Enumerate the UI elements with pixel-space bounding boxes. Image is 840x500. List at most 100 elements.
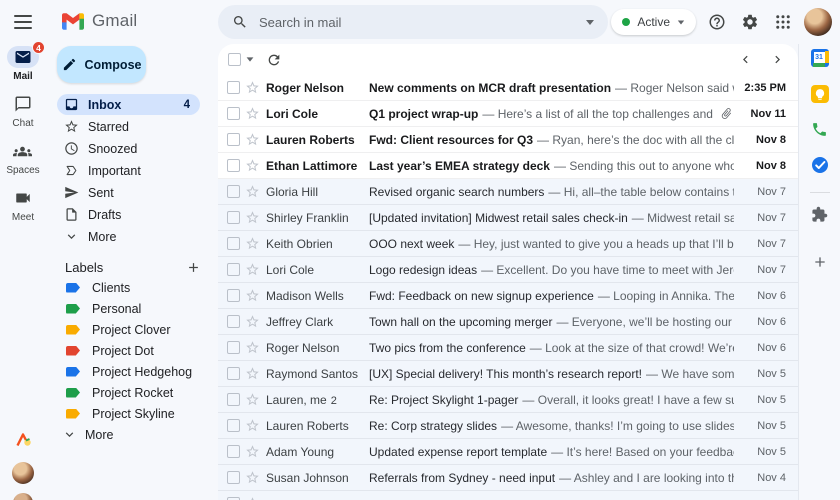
search-input[interactable] xyxy=(259,14,575,30)
settings-button[interactable] xyxy=(738,10,762,34)
add-label-icon[interactable] xyxy=(186,260,201,275)
sidebar-item-more[interactable]: More xyxy=(57,226,200,247)
mail-row[interactable]: Lori Cole Q1 project wrap-up — Here’s a l… xyxy=(218,101,798,127)
voice-button[interactable] xyxy=(811,121,828,138)
labels-more[interactable]: More xyxy=(46,424,218,445)
mail-row[interactable]: Lori Cole Logo redesign ideas — Excellent… xyxy=(218,257,798,283)
row-checkbox[interactable] xyxy=(227,263,240,276)
star-icon[interactable] xyxy=(245,210,260,225)
sidebar-label[interactable]: Project Skyline xyxy=(46,403,218,424)
mail-row[interactable]: Lauren Roberts Re: Corp strategy slides —… xyxy=(218,413,798,439)
compose-button[interactable]: Compose xyxy=(57,46,146,83)
status-chip[interactable]: Active xyxy=(611,9,696,35)
row-checkbox[interactable] xyxy=(227,237,240,250)
row-checkbox[interactable] xyxy=(227,289,240,302)
mail-row[interactable]: Susan Johnson Referrals from Sydney - ne… xyxy=(218,465,798,491)
search-bar[interactable] xyxy=(218,5,608,39)
mail-row[interactable]: Lauren Roberts Fwd: Client resources for… xyxy=(218,127,798,153)
help-button[interactable] xyxy=(705,10,729,34)
mail-row[interactable]: Ethan Lattimore Last year’s EMEA strateg… xyxy=(218,153,798,179)
row-checkbox[interactable] xyxy=(227,185,240,198)
contact-avatar[interactable] xyxy=(12,462,34,484)
profile-avatar[interactable] xyxy=(804,8,832,36)
star-icon[interactable] xyxy=(245,184,260,199)
select-all-checkbox[interactable] xyxy=(228,53,241,66)
star-icon[interactable] xyxy=(245,106,260,121)
star-icon[interactable] xyxy=(245,314,260,329)
sidebar-label[interactable]: Project Clover xyxy=(46,319,218,340)
sidebar-label[interactable]: Personal xyxy=(46,298,218,319)
row-checkbox[interactable] xyxy=(227,341,240,354)
star-icon[interactable] xyxy=(245,418,260,433)
star-icon[interactable] xyxy=(245,470,260,485)
older-page-button[interactable] xyxy=(770,52,785,67)
rail-item-spaces[interactable]: Spaces xyxy=(6,140,40,176)
app-rail: 4 Mail Chat Spaces Meet xyxy=(0,0,46,500)
row-checkbox[interactable] xyxy=(227,211,240,224)
keep-button[interactable] xyxy=(810,85,829,103)
calendar-button[interactable]: 31 xyxy=(810,49,829,67)
row-checkbox[interactable] xyxy=(227,315,240,328)
row-snippet: — Ryan, here’s the doc with all the clie… xyxy=(537,132,734,147)
star-icon[interactable] xyxy=(245,236,260,251)
sidebar-item-inbox[interactable]: Inbox 4 xyxy=(57,94,200,115)
star-icon[interactable] xyxy=(245,444,260,459)
rail-item-meet[interactable]: Meet xyxy=(7,187,39,223)
row-checkbox[interactable] xyxy=(227,81,240,94)
star-icon xyxy=(64,119,79,134)
labels-header: Labels xyxy=(46,257,218,277)
row-checkbox[interactable] xyxy=(227,419,240,432)
row-checkbox[interactable] xyxy=(227,471,240,484)
main-menu-icon[interactable] xyxy=(11,13,35,31)
add-panel-app-button[interactable] xyxy=(812,254,828,270)
mail-row[interactable]: Roger Nelson New comments on MCR draft p… xyxy=(218,75,798,101)
mail-row[interactable]: Gloria Hill Revised organic search numbe… xyxy=(218,179,798,205)
star-icon[interactable] xyxy=(245,80,260,95)
star-icon[interactable] xyxy=(245,392,260,407)
rail-item-chat[interactable]: Chat xyxy=(7,93,39,129)
sidebar-item-sent[interactable]: Sent xyxy=(57,182,200,203)
sidebar-item-starred[interactable]: Starred xyxy=(57,116,200,137)
mail-row[interactable]: Adam Young Updated expense report templa… xyxy=(218,439,798,465)
addon-app-logo-icon[interactable] xyxy=(14,431,33,449)
sidebar-label[interactable]: Clients xyxy=(46,277,218,298)
apps-grid-button[interactable] xyxy=(771,10,795,34)
label-tag-icon xyxy=(66,282,80,293)
star-icon[interactable] xyxy=(245,288,260,303)
star-icon[interactable] xyxy=(245,340,260,355)
newer-page-button[interactable] xyxy=(738,52,753,67)
select-options-caret-icon[interactable] xyxy=(246,57,254,62)
refresh-button[interactable] xyxy=(266,52,282,68)
row-checkbox[interactable] xyxy=(227,393,240,406)
mail-row[interactable]: Shirley Franklin [Updated invitation] Mi… xyxy=(218,205,798,231)
get-addons-button[interactable] xyxy=(811,206,828,223)
tasks-button[interactable] xyxy=(811,156,829,174)
rail-item-mail[interactable]: 4 Mail xyxy=(6,41,45,82)
star-icon[interactable] xyxy=(245,262,260,277)
label-name: Project Dot xyxy=(92,343,154,358)
star-icon[interactable] xyxy=(245,496,260,500)
mail-row[interactable]: Madison Wells Fwd: Feedback on new signu… xyxy=(218,283,798,309)
row-checkbox[interactable] xyxy=(227,159,240,172)
sidebar-item-important[interactable]: Important xyxy=(57,160,200,181)
row-checkbox[interactable] xyxy=(227,133,240,146)
sidebar-label[interactable]: Project Hedgehog xyxy=(46,361,218,382)
star-icon[interactable] xyxy=(245,158,260,173)
mail-row[interactable]: Roger Nelson Two pics from the conferenc… xyxy=(218,335,798,361)
row-checkbox[interactable] xyxy=(227,445,240,458)
sidebar-label[interactable]: Project Rocket xyxy=(46,382,218,403)
contact-avatar-partial[interactable] xyxy=(13,493,33,500)
sidebar-label[interactable]: Project Dot xyxy=(46,340,218,361)
mail-row[interactable]: Raymond Santos [UX] Special delivery! Th… xyxy=(218,361,798,387)
mail-row[interactable] xyxy=(218,491,798,500)
row-checkbox[interactable] xyxy=(227,367,240,380)
sidebar-item-snoozed[interactable]: Snoozed xyxy=(57,138,200,159)
mail-row[interactable]: Jeffrey Clark Town hall on the upcoming … xyxy=(218,309,798,335)
row-checkbox[interactable] xyxy=(227,107,240,120)
star-icon[interactable] xyxy=(245,132,260,147)
search-options-caret-icon[interactable] xyxy=(586,19,594,25)
star-icon[interactable] xyxy=(245,366,260,381)
mail-row[interactable]: Keith Obrien OOO next week — Hey, just wa… xyxy=(218,231,798,257)
mail-row[interactable]: Lauren, me 2 Re: Project Skylight 1-pager… xyxy=(218,387,798,413)
sidebar-item-drafts[interactable]: Drafts xyxy=(57,204,200,225)
